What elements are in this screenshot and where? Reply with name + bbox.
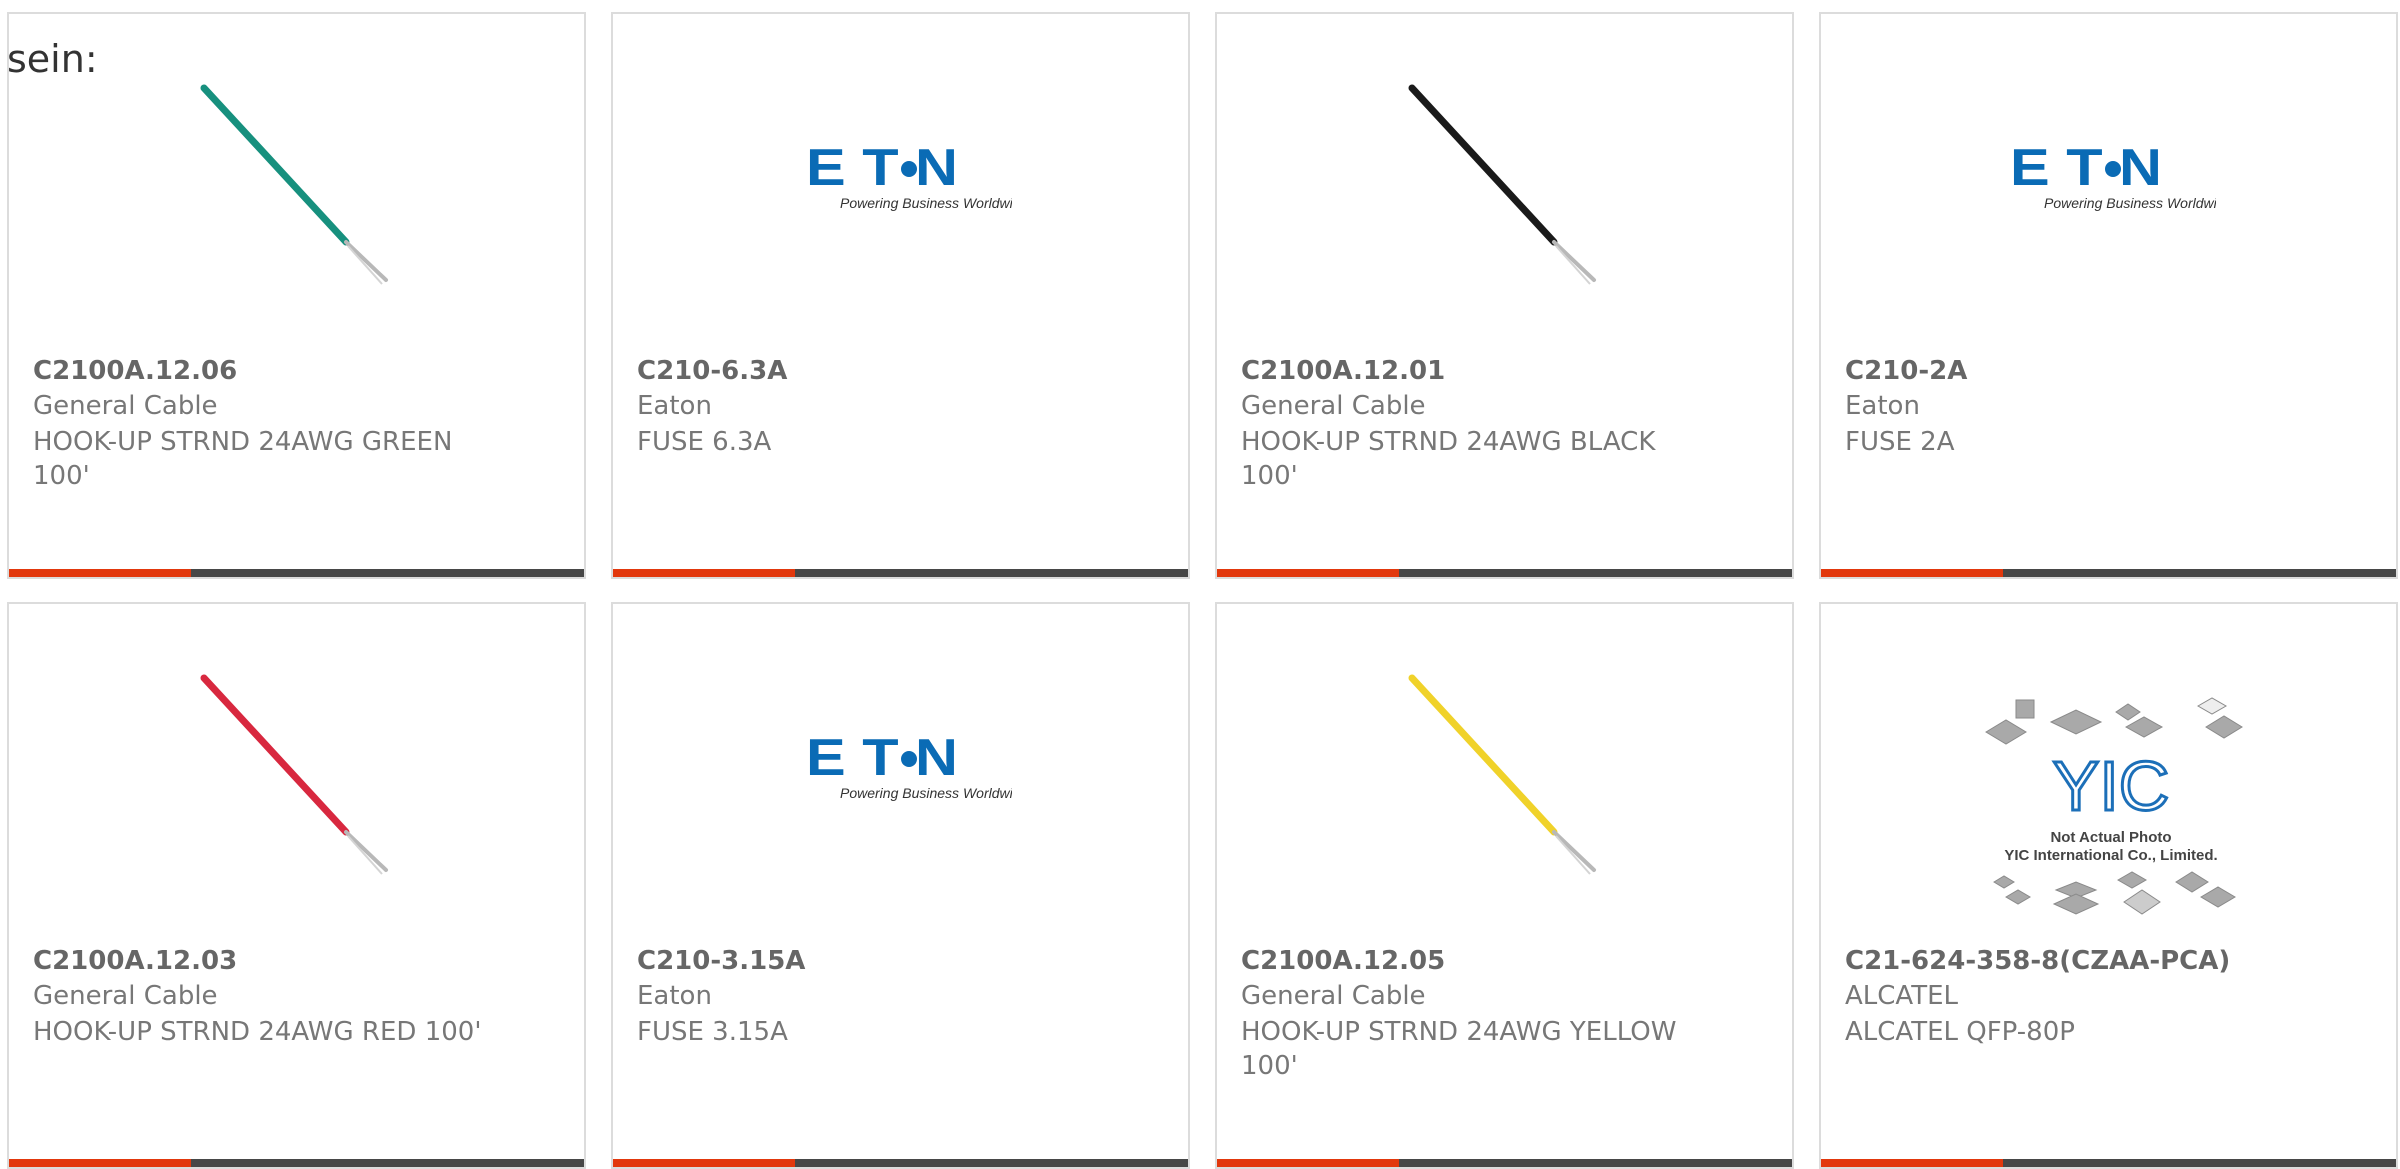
logo-tagline: Powering Business Worldwide xyxy=(840,195,1012,211)
product-image[interactable] xyxy=(1217,604,1792,934)
card-footer-bar xyxy=(1821,1159,2396,1167)
logo-tagline: Powering Business Worldwide xyxy=(2044,195,2216,211)
description: FUSE 6.3A xyxy=(637,427,772,457)
product-image[interactable]: E T N Powering Business Worldwide xyxy=(613,604,1188,934)
description: HOOK-UP STRND 24AWG RED 100' xyxy=(33,1017,482,1047)
card-footer-bar xyxy=(9,569,584,577)
card-footer-bar xyxy=(1821,569,2396,577)
eaton-logo-icon: E T N Powering Business Worldwide xyxy=(806,735,1012,801)
card-footer-bar xyxy=(9,1159,584,1167)
wire-image xyxy=(1408,674,1596,875)
card-footer-accent xyxy=(613,1159,795,1167)
product-image[interactable] xyxy=(1217,14,1792,344)
manufacturer: Eaton xyxy=(637,981,712,1011)
card-footer-accent xyxy=(1821,1159,2003,1167)
manufacturer: ALCATEL xyxy=(1845,981,1958,1011)
card-footer-accent xyxy=(1821,569,2003,577)
part-number[interactable]: C2100A.12.01 xyxy=(1241,356,1445,386)
card-footer-accent xyxy=(9,569,191,577)
product-card[interactable]: C2100A.12.01 General Cable HOOK-UP STRND… xyxy=(1215,12,1794,579)
yic-placeholder-image: YIC Not Actual Photo YIC International C… xyxy=(1985,697,2243,915)
manufacturer: General Cable xyxy=(1241,391,1426,421)
product-card[interactable]: C2100A.12.03 General Cable HOOK-UP STRND… xyxy=(7,602,586,1169)
wire-image xyxy=(200,674,388,875)
product-image[interactable]: E T N Powering Business Worldwide xyxy=(613,14,1188,344)
wire-image xyxy=(200,84,388,285)
product-image[interactable]: E T N Powering Business Worldwide xyxy=(1821,14,2396,344)
logo-tagline: Powering Business Worldwide xyxy=(840,785,1012,801)
card-footer-accent xyxy=(9,1159,191,1167)
wire-image xyxy=(1408,84,1596,285)
placeholder-line2: YIC International Co., Limited. xyxy=(2004,847,2217,864)
manufacturer: General Cable xyxy=(33,391,218,421)
yic-logo: YIC xyxy=(2053,747,2170,825)
logo-wordmark: E T N xyxy=(2010,145,2162,197)
description: FUSE 3.15A xyxy=(637,1017,788,1047)
manufacturer: Eaton xyxy=(1845,391,1920,421)
intro-text: sein: xyxy=(7,37,98,81)
product-card[interactable]: C2100A.12.06 General Cable HOOK-UP STRND… xyxy=(7,12,586,579)
part-number[interactable]: C2100A.12.03 xyxy=(33,946,237,976)
card-footer-accent xyxy=(1217,569,1399,577)
product-card[interactable]: E T N Powering Business Worldwide C210-6… xyxy=(611,12,1190,579)
card-footer-accent xyxy=(613,569,795,577)
card-footer-bar xyxy=(1217,1159,1792,1167)
description: ALCATEL QFP-80P xyxy=(1845,1017,2075,1047)
part-number[interactable]: C2100A.12.05 xyxy=(1241,946,1445,976)
card-footer-bar xyxy=(613,569,1188,577)
product-card[interactable]: YIC Not Actual Photo YIC International C… xyxy=(1819,602,2398,1169)
part-number[interactable]: C210-6.3A xyxy=(637,356,787,386)
eaton-logo-icon: E T N Powering Business Worldwide xyxy=(806,145,1012,211)
part-number[interactable]: C210-3.15A xyxy=(637,946,805,976)
logo-wordmark: E T N xyxy=(806,735,958,787)
product-image[interactable]: YIC Not Actual Photo YIC International C… xyxy=(1821,604,2396,934)
part-number[interactable]: C21-624-358-8(CZAA-PCA) xyxy=(1845,946,2230,976)
product-card[interactable]: C2100A.12.05 General Cable HOOK-UP STRND… xyxy=(1215,602,1794,1169)
manufacturer: Eaton xyxy=(637,391,712,421)
product-card[interactable]: E T N Powering Business Worldwide C210-3… xyxy=(611,602,1190,1169)
product-image[interactable] xyxy=(9,604,584,934)
product-card[interactable]: E T N Powering Business Worldwide C210-2… xyxy=(1819,12,2398,579)
eaton-logo-icon: E T N Powering Business Worldwide xyxy=(2010,145,2216,211)
manufacturer: General Cable xyxy=(1241,981,1426,1011)
logo-wordmark: E T N xyxy=(806,145,958,197)
description: HOOK-UP STRND 24AWG GREEN 100' xyxy=(33,427,453,491)
card-footer-accent xyxy=(1217,1159,1399,1167)
description: HOOK-UP STRND 24AWG BLACK 100' xyxy=(1241,427,1656,491)
placeholder-line1: Not Actual Photo xyxy=(2050,829,2171,846)
description: FUSE 2A xyxy=(1845,427,1955,457)
card-footer-bar xyxy=(1217,569,1792,577)
part-number[interactable]: C2100A.12.06 xyxy=(33,356,237,386)
manufacturer: General Cable xyxy=(33,981,218,1011)
card-footer-bar xyxy=(613,1159,1188,1167)
part-number[interactable]: C210-2A xyxy=(1845,356,1967,386)
description: HOOK-UP STRND 24AWG YELLOW 100' xyxy=(1241,1017,1677,1081)
